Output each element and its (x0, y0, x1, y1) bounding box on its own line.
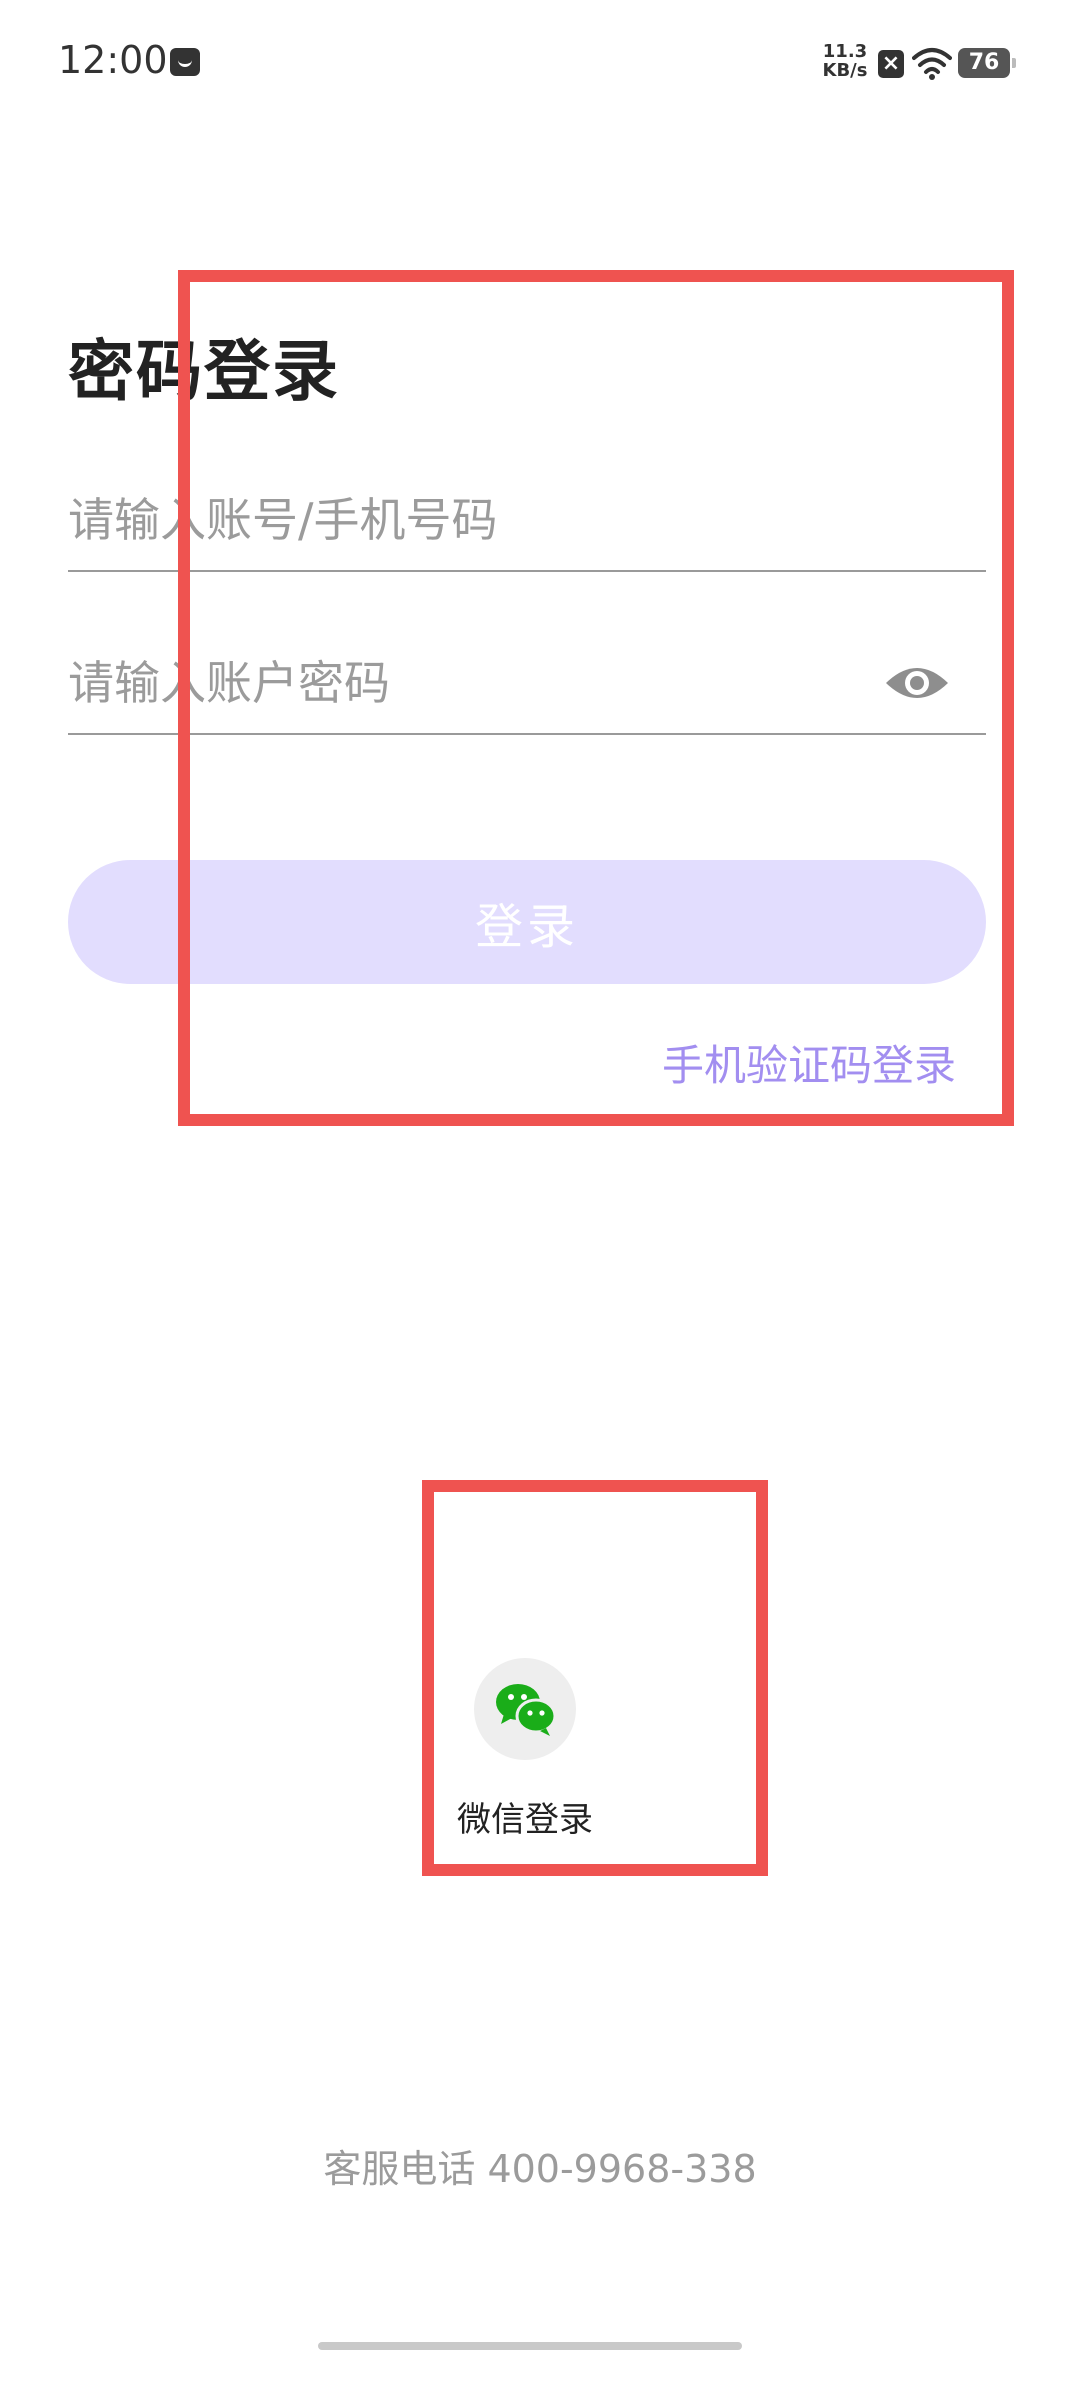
network-speed: 11.3 KB/s (820, 42, 870, 80)
network-speed-value: 11.3 (822, 41, 868, 62)
page-title: 密码登录 (68, 333, 340, 410)
message-icon (170, 48, 200, 76)
network-speed-unit: KB/s (822, 60, 868, 81)
customer-service-phone: 客服电话 400-9968-338 (323, 2147, 757, 2191)
status-bar: 12:00 11.3 KB/s × 76 (0, 0, 1080, 130)
eye-icon[interactable] (884, 659, 950, 707)
wechat-login-button[interactable]: 微信登录 (440, 1650, 640, 1850)
wechat-icon-circle (474, 1658, 576, 1760)
account-input[interactable] (68, 470, 888, 570)
battery-icon: 76 (958, 48, 1016, 78)
battery-level: 76 (968, 50, 1000, 75)
wechat-login-label: 微信登录 (457, 1800, 593, 1840)
wifi-icon (912, 48, 952, 80)
no-sim-icon: × (878, 50, 904, 78)
account-field (68, 470, 986, 572)
password-field (68, 633, 986, 735)
password-input[interactable] (68, 633, 888, 733)
home-indicator[interactable] (318, 2342, 742, 2350)
login-button[interactable]: 登录 (68, 860, 986, 984)
sms-login-link[interactable]: 手机验证码登录 (662, 1032, 956, 1093)
status-time: 12:00 (58, 38, 168, 82)
wechat-icon (496, 1684, 557, 1736)
